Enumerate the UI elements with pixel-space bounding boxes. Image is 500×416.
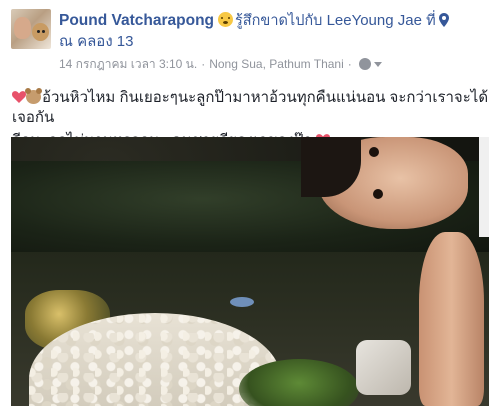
bear-icon [25, 88, 42, 104]
photo-person-eye [369, 147, 379, 157]
photo-person-arm [419, 232, 484, 406]
photo-food-bowl [230, 297, 254, 307]
meta-separator: · [347, 57, 352, 71]
globe-icon[interactable] [358, 58, 371, 70]
emoji-feeling-icon [218, 12, 234, 27]
post-timestamp-link[interactable]: 14 กรกฎาคม เวลา 3:10 น. [59, 57, 197, 71]
checkin-place-link[interactable]: ณ คลอง 13 [59, 32, 134, 52]
facebook-post-card: Pound Vatcharapong รู้สึกขาดไปกับ LeeYoun… [0, 0, 500, 416]
photo-person-eye [373, 189, 383, 199]
tagged-friend-link[interactable]: LeeYoung Jae [327, 12, 422, 29]
post-header: Pound Vatcharapong รู้สึกขาดไปกับ LeeYoun… [59, 10, 449, 31]
photo-person-shirt [479, 137, 489, 237]
post-location-link[interactable]: Nong Sua, Pathum Thani [209, 57, 344, 71]
chevron-down-icon[interactable] [373, 62, 382, 67]
meta-separator: · [201, 57, 206, 71]
photo-person-selfie [301, 137, 489, 406]
feeling-text: รู้สึกขาดไปกับ [235, 13, 323, 29]
author-avatar[interactable] [11, 9, 51, 49]
avatar-dog [32, 23, 49, 41]
author-name-link[interactable]: Pound Vatcharapong [59, 12, 214, 29]
post-text-line-1: อ้วนหิวไหม กินเยอะๆนะลูกป๊ามาหาอ้วนทุกคื… [12, 89, 489, 126]
post-meta: 14 กรกฎาคม เวลา 3:10 น. · Nong Sua, Pathum… [59, 56, 382, 72]
avatar-person [14, 17, 31, 39]
at-word: ที่ [426, 13, 436, 29]
heart-icon [12, 91, 26, 103]
post-photo[interactable] [11, 137, 489, 406]
location-pin-icon [438, 13, 449, 27]
